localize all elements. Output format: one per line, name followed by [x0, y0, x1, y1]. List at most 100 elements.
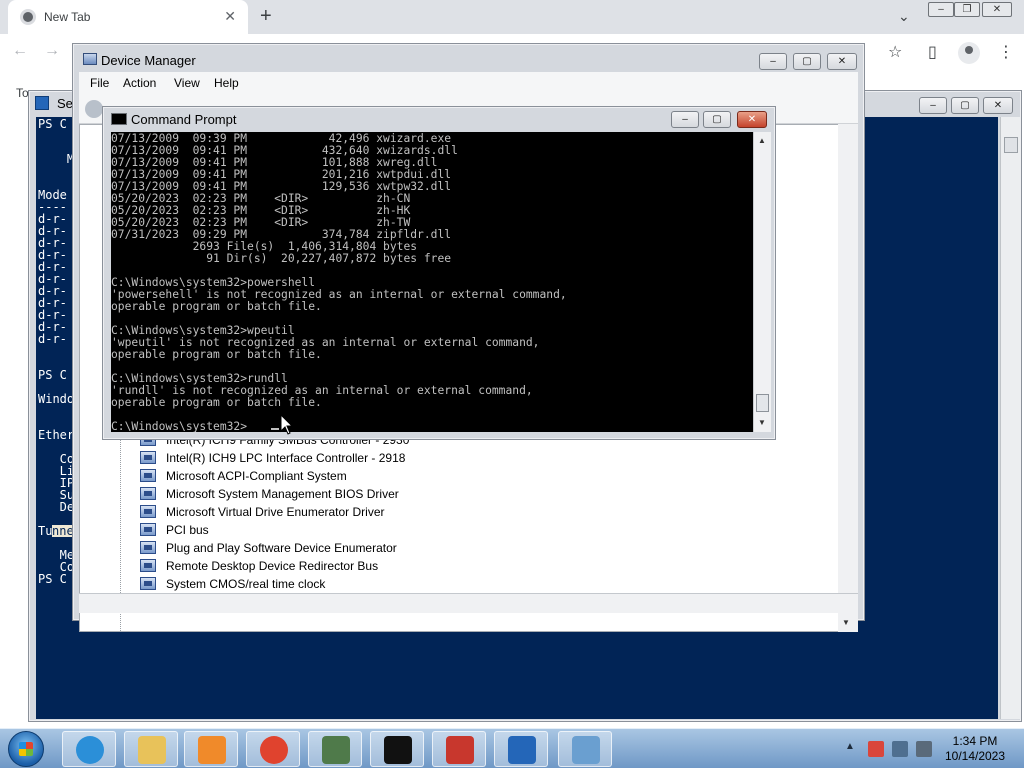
device-tree-scrollbar[interactable]: ▼	[838, 124, 858, 632]
cmd-minimize-button[interactable]: –	[671, 111, 699, 128]
menu-file[interactable]: File	[90, 76, 109, 90]
device-tree-item-label: Microsoft Virtual Drive Enumerator Drive…	[166, 505, 385, 519]
system-device-icon	[140, 469, 156, 482]
menu-action[interactable]: Action	[123, 76, 156, 90]
command-prompt-icon	[384, 736, 412, 764]
powershell-maximize-button[interactable]: ▢	[951, 97, 979, 114]
powershell-scrollbar[interactable]	[1000, 117, 1020, 719]
chrome-favicon-icon	[20, 9, 36, 25]
chrome-icon	[260, 736, 288, 764]
forward-icon[interactable]: →	[44, 42, 60, 60]
powershell-line: PS C	[38, 572, 67, 586]
back-arrow-icon[interactable]	[85, 100, 103, 118]
side-panel-icon[interactable]: ▯	[928, 42, 937, 62]
chrome-tab-strip: New Tab ✕ + ⌄ – ❐ ✕	[0, 0, 1024, 34]
profile-avatar-icon[interactable]	[958, 42, 980, 64]
chrome-close-button[interactable]: ✕	[982, 2, 1012, 17]
cmd-close-button[interactable]: ✕	[737, 111, 767, 128]
chrome-tab-new-tab[interactable]: New Tab ✕	[8, 0, 248, 34]
powershell-scroll-thumb[interactable]	[1004, 137, 1018, 153]
show-hidden-icons-icon[interactable]: ▲	[845, 741, 855, 752]
powershell-line: Tu	[38, 524, 53, 538]
toolbox-icon	[446, 736, 474, 764]
bookmark-star-icon[interactable]: ☆	[888, 42, 902, 62]
system-device-icon	[140, 451, 156, 464]
system-device-icon	[140, 523, 156, 536]
powershell-line: PS C	[38, 368, 67, 382]
bookmark-item[interactable]: To	[16, 86, 29, 100]
clock-time: 1:34 PM	[952, 734, 998, 748]
device-manager-statusbar	[79, 593, 858, 613]
windows-explorer-icon	[138, 736, 166, 764]
powershell-line: d-r-	[38, 332, 67, 346]
scroll-down-icon[interactable]: ▼	[842, 618, 850, 627]
system-device-icon	[140, 577, 156, 590]
taskbar-app-windows-explorer[interactable]	[124, 731, 178, 767]
device-manager-maximize-button[interactable]: ▢	[793, 53, 821, 70]
powershell-line: Windo	[38, 392, 75, 406]
cmd-output-line: operable program or batch file.	[111, 300, 322, 313]
network-icon[interactable]	[892, 741, 908, 757]
command-prompt-icon	[111, 113, 127, 125]
device-manager-minimize-button[interactable]: –	[759, 53, 787, 70]
powershell-close-button[interactable]: ✕	[983, 97, 1013, 114]
cmd-scroll-thumb[interactable]	[756, 394, 769, 412]
menu-view[interactable]: View	[174, 76, 200, 90]
media-player-icon	[198, 736, 226, 764]
taskbar-app-device-manager[interactable]	[308, 731, 362, 767]
start-button-icon[interactable]	[8, 731, 44, 767]
powershell-title: Se	[57, 96, 73, 111]
taskbar-app-chrome[interactable]	[246, 731, 300, 767]
cmd-scrollbar[interactable]: ▲ ▼	[753, 132, 771, 432]
powershell-icon	[508, 736, 536, 764]
menu-help[interactable]: Help	[214, 76, 239, 90]
clock-date: 10/14/2023	[944, 749, 1006, 763]
chrome-menu-icon[interactable]: ⋮	[998, 42, 1014, 62]
device-tree-item-label: PCI bus	[166, 523, 209, 537]
taskbar-clock[interactable]: 1:34 PM 10/14/2023	[944, 734, 1006, 764]
device-manager-close-button[interactable]: ✕	[827, 53, 857, 70]
powershell-line: PS C	[38, 117, 67, 131]
cmd-scroll-down-icon[interactable]: ▼	[758, 418, 766, 427]
device-manager-icon	[83, 53, 97, 65]
powershell-line: M	[38, 152, 75, 166]
device-manager-title: Device Manager	[101, 53, 196, 68]
powershell-minimize-button[interactable]: –	[919, 97, 947, 114]
remote-desktop-icon	[572, 736, 600, 764]
taskbar: ▲ 1:34 PM 10/14/2023	[0, 728, 1024, 768]
taskbar-app-internet-explorer[interactable]	[62, 731, 116, 767]
powershell-line: De	[38, 500, 75, 514]
taskbar-app-remote-desktop[interactable]	[558, 731, 612, 767]
command-prompt-console[interactable]: 07/13/2009 09:39 PM 42,496 xwizard.exe 07…	[111, 132, 753, 432]
cmd-scroll-up-icon[interactable]: ▲	[758, 136, 766, 145]
powershell-selection: nne	[52, 524, 74, 538]
powershell-icon	[35, 96, 49, 110]
cmd-maximize-button[interactable]: ▢	[703, 111, 731, 128]
cmd-output-line: 91 Dir(s) 20,227,407,872 bytes free	[111, 252, 452, 265]
taskbar-app-toolbox[interactable]	[432, 731, 486, 767]
device-tree-item-label: Microsoft System Management BIOS Driver	[166, 487, 399, 501]
cmd-output-line: operable program or batch file.	[111, 348, 322, 361]
chrome-restore-button[interactable]: ❐	[954, 2, 980, 17]
device-tree-item-label: Intel(R) ICH9 LPC Interface Controller -…	[166, 451, 406, 465]
chrome-new-tab-button[interactable]: +	[260, 5, 272, 28]
system-device-icon	[140, 541, 156, 554]
taskbar-app-powershell[interactable]	[494, 731, 548, 767]
taskbar-app-command-prompt[interactable]	[370, 731, 424, 767]
command-prompt-window[interactable]: Command Prompt – ▢ ✕ 07/13/2009 09:39 PM…	[102, 106, 776, 440]
system-device-icon	[140, 559, 156, 572]
system-device-icon	[140, 505, 156, 518]
taskbar-app-media-player[interactable]	[184, 731, 238, 767]
device-manager-menubar: File Action View Help	[79, 72, 858, 94]
command-prompt-title: Command Prompt	[131, 112, 237, 127]
action-center-flag-icon[interactable]	[868, 741, 884, 757]
chrome-tab-close-icon[interactable]: ✕	[224, 8, 236, 25]
system-device-icon	[140, 487, 156, 500]
back-icon[interactable]: ←	[12, 42, 28, 60]
mouse-pointer-icon	[280, 414, 294, 435]
volume-muted-icon[interactable]	[916, 741, 932, 757]
chrome-minimize-button[interactable]: –	[928, 2, 954, 17]
cmd-output-line: C:\Windows\system32>	[111, 420, 248, 433]
internet-explorer-icon	[76, 736, 104, 764]
chrome-tab-search-icon[interactable]: ⌄	[898, 8, 910, 25]
